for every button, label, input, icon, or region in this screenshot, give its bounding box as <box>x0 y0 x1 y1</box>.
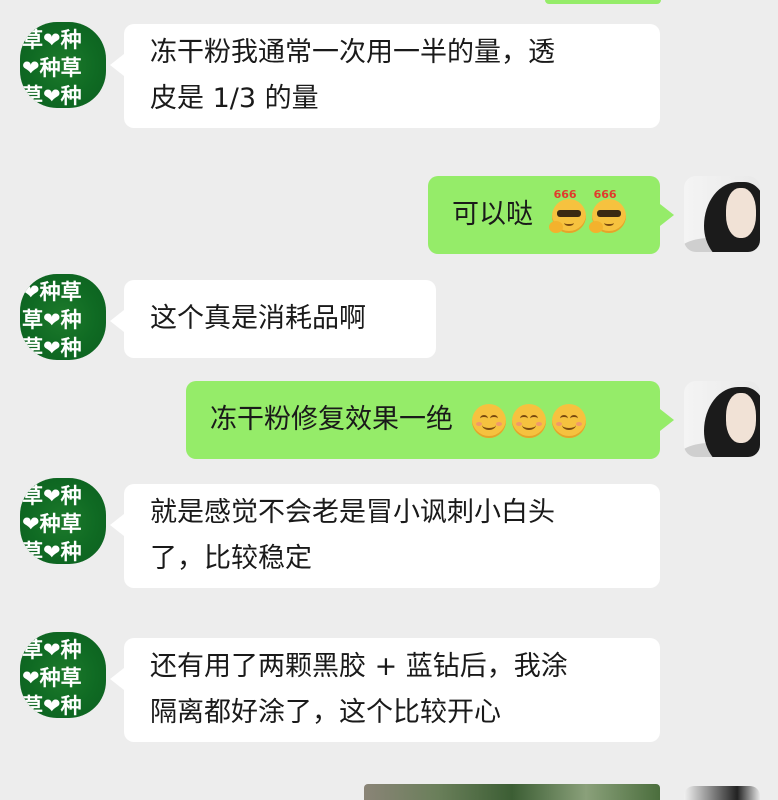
avatar-text-line: 草❤种 <box>22 540 82 564</box>
avatar-text-line: 草❤种 <box>22 694 82 718</box>
incoming-message[interactable]: 还有用了两颗黑胶 + 蓝钻后，我涂 隔离都好涂了，这个比较开心 <box>110 638 660 742</box>
avatar-text-line: ❤种草 <box>22 56 82 80</box>
666-emoji-icon: 666 <box>588 189 626 233</box>
incoming-message[interactable]: 这个真是消耗品啊 <box>110 280 436 358</box>
chat-thread: 草❤种 ❤种草 草❤种 冻干粉我通常一次用一半的量，透 皮是 1/3 的量 可以… <box>0 0 778 800</box>
self-avatar[interactable] <box>684 381 760 457</box>
message-line: 这个真是消耗品啊 <box>150 303 366 334</box>
avatar-text-line: 草❤种 <box>22 638 82 662</box>
smile-emoji-icon <box>471 404 506 438</box>
contact-avatar[interactable]: 草❤种 ❤种草 草❤种 <box>20 632 106 718</box>
smile-emoji-icon <box>551 404 586 438</box>
outgoing-message[interactable]: 可以哒 666 666 <box>428 176 674 254</box>
message-line: 了，比较稳定 <box>150 543 312 574</box>
message-line: 还有用了两颗黑胶 + 蓝钻后，我涂 <box>150 651 568 682</box>
message-line: 隔离都好涂了，这个比较开心 <box>150 697 501 728</box>
666-emoji-icon: 666 <box>548 189 586 233</box>
avatar-text-line: 草❤种 <box>22 28 82 52</box>
image-message-partial[interactable] <box>364 784 660 800</box>
contact-avatar[interactable]: 草❤种 ❤种草 草❤种 <box>20 478 106 564</box>
avatar-text-line: ❤种草 <box>22 280 82 304</box>
self-avatar[interactable] <box>684 176 760 252</box>
avatar-text-line: 草❤种 <box>22 336 82 360</box>
avatar-text-line: ❤种草 <box>22 666 82 690</box>
avatar-text-line: 草❤种 <box>22 308 82 332</box>
message-text: 冻干粉修复效果一绝 <box>210 404 453 435</box>
outgoing-message[interactable]: 冻干粉修复效果一绝 <box>186 381 674 459</box>
avatar-text-line: ❤种草 <box>22 512 82 536</box>
contact-avatar[interactable]: 草❤种 ❤种草 草❤种 <box>20 22 106 108</box>
message-line: 冻干粉我通常一次用一半的量，透 <box>150 37 555 68</box>
incoming-message[interactable]: 冻干粉我通常一次用一半的量，透 皮是 1/3 的量 <box>110 24 660 128</box>
message-line: 就是感觉不会老是冒小讽刺小白头 <box>150 497 555 528</box>
smile-emoji-icon <box>511 404 546 438</box>
contact-avatar[interactable]: ❤种草 草❤种 草❤种 <box>20 274 106 360</box>
avatar-text-line: 草❤种 <box>22 84 82 108</box>
message-text: 可以哒 <box>452 199 533 230</box>
outgoing-bubble-partial[interactable] <box>545 0 661 4</box>
self-avatar-partial[interactable] <box>684 786 760 800</box>
incoming-message[interactable]: 就是感觉不会老是冒小讽刺小白头 了，比较稳定 <box>110 484 660 588</box>
message-line: 皮是 1/3 的量 <box>150 83 319 114</box>
avatar-text-line: 草❤种 <box>22 484 82 508</box>
